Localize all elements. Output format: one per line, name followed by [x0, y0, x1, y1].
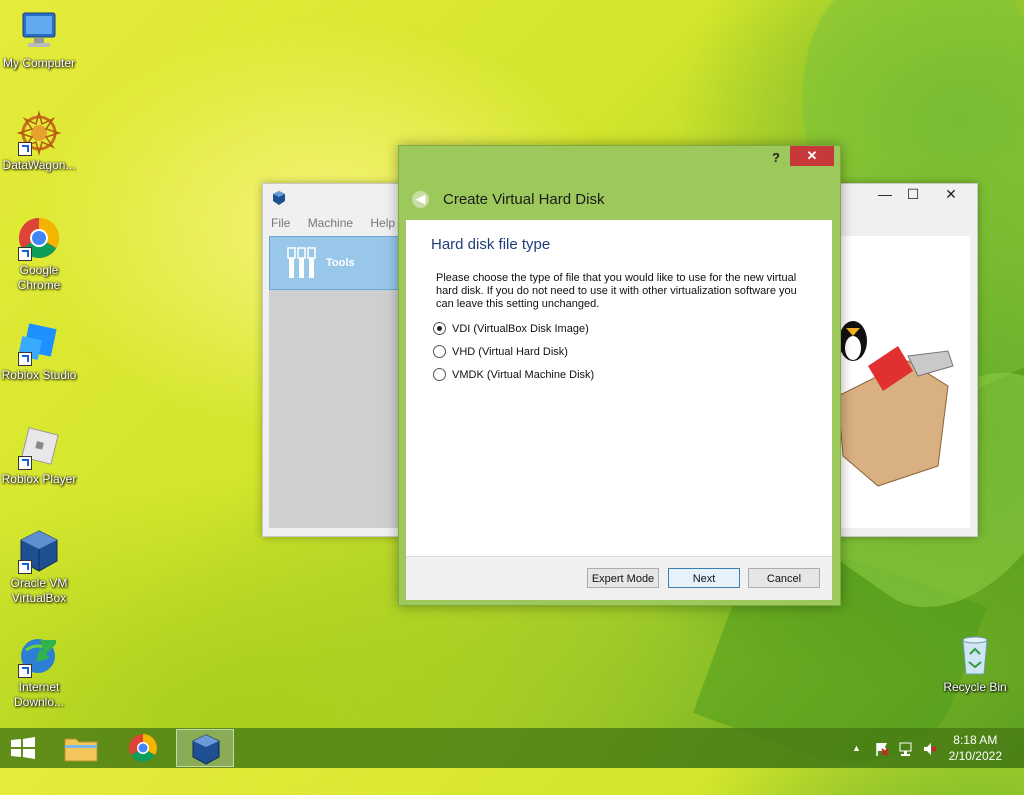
option-vhd[interactable]: VHD (Virtual Hard Disk) [433, 345, 568, 361]
tools-label: Tools [326, 257, 355, 269]
shortcut-arrow-icon [18, 352, 32, 366]
desktop-icon-datawagon[interactable]: DataWagon... [0, 110, 78, 173]
desktop-icon-label: Recycle Bin [943, 680, 1007, 694]
dialog-title: Create Virtual Hard Disk [443, 191, 605, 208]
desktop-icon-label: Google Chrome [17, 263, 61, 292]
volume-muted-icon[interactable] [922, 741, 938, 760]
desktop-icon-label: Roblox Studio [1, 368, 77, 382]
desktop-icon-recycle-bin[interactable]: Recycle Bin [936, 632, 1014, 695]
back-arrow-icon[interactable]: ◀ [412, 191, 429, 208]
tools-item[interactable]: Tools [269, 236, 399, 290]
shortcut-arrow-icon [18, 664, 32, 678]
tux-toolbox-illustration [838, 321, 954, 487]
create-virtual-hard-disk-dialog[interactable]: ? ✕ ◀ Create Virtual Hard Disk Hard disk… [398, 145, 841, 606]
option-label: VHD (Virtual Hard Disk) [452, 346, 568, 358]
taskbar: ▲ 8:18 AM 2/10/2022 [0, 728, 1024, 768]
option-vdi[interactable]: VDI (VirtualBox Disk Image) [433, 322, 589, 338]
menu-bar: File Machine Help [271, 216, 409, 236]
windows-logo-icon [11, 737, 35, 759]
desktop-icon-internet-download-manager[interactable]: Internet Downlo... [0, 632, 78, 710]
clock[interactable]: 8:18 AM 2/10/2022 [949, 732, 1002, 764]
tools-icon [286, 246, 318, 283]
radio-icon[interactable] [433, 345, 446, 358]
desktop-icon-label: Roblox Player [1, 472, 77, 486]
shortcut-arrow-icon [18, 456, 32, 470]
chrome-icon [129, 734, 157, 762]
shortcut-arrow-icon [18, 247, 32, 261]
page-description: Please choose the type of file that you … [436, 272, 797, 310]
tray-expand-icon[interactable]: ▲ [852, 743, 861, 753]
desktop-icon-roblox-studio[interactable]: Roblox Studio [0, 320, 78, 383]
network-icon[interactable] [898, 741, 914, 760]
option-vmdk[interactable]: VMDK (Virtual Machine Disk) [433, 368, 594, 384]
download-manager-icon [16, 632, 62, 678]
desktop-icon-my-computer[interactable]: My Computer [0, 8, 78, 71]
roblox-player-icon [16, 424, 62, 470]
welcome-panel [838, 236, 970, 528]
recycle-bin-icon [952, 632, 998, 678]
virtualbox-icon [16, 528, 62, 574]
clock-time: 8:18 AM [953, 733, 998, 747]
radio-selected-icon[interactable] [433, 322, 446, 335]
virtualbox-logo-icon [271, 190, 287, 209]
desktop-icon-label: My Computer [2, 56, 76, 70]
expert-mode-button[interactable]: Expert Mode [587, 568, 659, 588]
desktop-icon-label: Oracle VM VirtualBox [10, 576, 68, 605]
desktop-icon-label: DataWagon... [2, 158, 76, 172]
wizard-page: Hard disk file type Please choose the ty… [406, 220, 832, 556]
desktop-icon-google-chrome[interactable]: Google Chrome [0, 215, 78, 293]
start-button[interactable] [8, 736, 38, 760]
roblox-studio-icon [16, 320, 62, 366]
menu-help[interactable]: Help [370, 216, 395, 230]
menu-file[interactable]: File [271, 216, 290, 230]
taskbar-file-explorer[interactable] [52, 729, 110, 767]
close-button[interactable]: ✕ [931, 184, 971, 204]
taskbar-google-chrome[interactable] [114, 729, 172, 767]
option-label: VMDK (Virtual Machine Disk) [452, 369, 595, 381]
help-button[interactable]: ? [772, 150, 780, 165]
option-label: VDI (VirtualBox Disk Image) [452, 323, 589, 335]
close-button[interactable]: ✕ [790, 146, 834, 166]
shortcut-arrow-icon [18, 560, 32, 574]
menu-machine[interactable]: Machine [308, 216, 353, 230]
folder-icon [64, 738, 98, 762]
desktop-icon-roblox-player[interactable]: Roblox Player [0, 424, 78, 487]
desktop-icon-virtualbox[interactable]: Oracle VM VirtualBox [0, 528, 78, 606]
taskbar-virtualbox[interactable] [176, 729, 234, 767]
desktop-icon-label: Internet Downlo... [13, 680, 65, 709]
next-button[interactable]: Next [668, 568, 740, 588]
clock-date: 2/10/2022 [948, 749, 1002, 763]
page-title: Hard disk file type [431, 236, 551, 253]
computer-icon [16, 8, 62, 54]
datawagon-icon [16, 110, 62, 156]
chrome-icon [16, 215, 62, 261]
virtualbox-icon [192, 734, 220, 765]
cancel-button[interactable]: Cancel [748, 568, 820, 588]
radio-icon[interactable] [433, 368, 446, 381]
action-center-flag-icon[interactable] [874, 741, 890, 760]
shortcut-arrow-icon [18, 142, 32, 156]
button-bar: Expert Mode Next Cancel [406, 556, 832, 600]
maximize-button[interactable]: ☐ [897, 184, 929, 204]
